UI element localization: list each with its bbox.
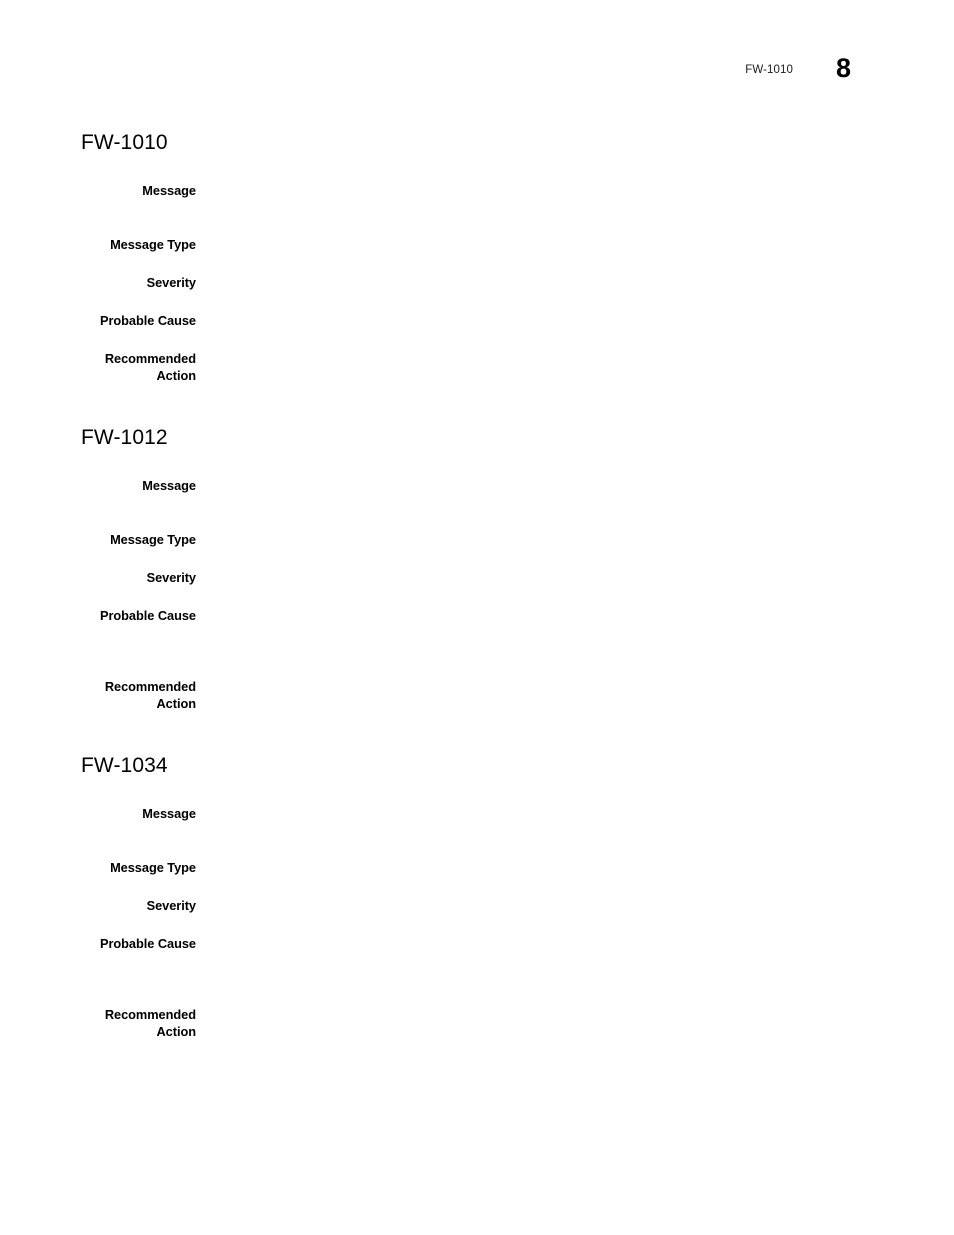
- message-section-fw-1034: FW-1034 Message Message Type Severity Pr…: [81, 753, 881, 1040]
- section-heading: FW-1034: [81, 754, 168, 777]
- field-value-recommended-action: [196, 678, 881, 695]
- field-value-message: [196, 182, 881, 199]
- field-value-severity: [196, 274, 881, 291]
- field-row-severity: Severity: [81, 897, 881, 914]
- field-value-probable-cause: [196, 935, 881, 952]
- field-value-recommended-action: [196, 350, 881, 367]
- field-row-message: Message: [81, 182, 881, 199]
- field-label-probable-cause: Probable Cause: [99, 936, 196, 951]
- field-label-severity: Severity: [146, 898, 196, 913]
- field-value-probable-cause: [196, 312, 881, 329]
- page-number: 8: [836, 53, 852, 83]
- field-label-message: Message: [142, 478, 196, 493]
- field-label-recommended-action: Recommended Action: [104, 1007, 196, 1039]
- field-row-probable-cause: Probable Cause: [81, 935, 881, 952]
- field-label-message: Message: [142, 183, 196, 198]
- field-value-message-type: [196, 859, 881, 876]
- field-row-recommended-action: Recommended Action: [81, 1006, 881, 1040]
- field-value-recommended-action: [196, 1006, 881, 1023]
- field-label-message-type: Message Type: [110, 860, 196, 875]
- field-row-message-type: Message Type: [81, 859, 881, 876]
- field-row-message: Message: [81, 805, 881, 822]
- message-section-fw-1012: FW-1012 Message Message Type Severity Pr…: [81, 425, 881, 712]
- field-value-message: [196, 477, 881, 494]
- field-value-severity: [196, 569, 881, 586]
- field-row-message-type: Message Type: [81, 236, 881, 253]
- field-label-severity: Severity: [146, 570, 196, 585]
- field-row-recommended-action: Recommended Action: [81, 678, 881, 712]
- field-label-message-type: Message Type: [110, 237, 196, 252]
- field-row-severity: Severity: [81, 274, 881, 291]
- field-row-recommended-action: Recommended Action: [81, 350, 881, 384]
- field-value-severity: [196, 897, 881, 914]
- field-row-message: Message: [81, 477, 881, 494]
- field-label-severity: Severity: [146, 275, 196, 290]
- section-heading: FW-1010: [81, 131, 168, 154]
- field-row-probable-cause: Probable Cause: [81, 607, 881, 624]
- field-row-message-type: Message Type: [81, 531, 881, 548]
- message-section-fw-1010: FW-1010 Message Message Type Severity Pr…: [81, 130, 881, 384]
- field-value-message-type: [196, 236, 881, 253]
- field-label-recommended-action: Recommended Action: [104, 351, 196, 383]
- page-content: FW-1010 Message Message Type Severity Pr…: [81, 130, 881, 1040]
- field-label-probable-cause: Probable Cause: [99, 313, 196, 328]
- header-reference: FW-1010: [745, 64, 793, 76]
- document-page: FW-1010 8 FW-1010 Message Message Type S…: [0, 0, 954, 1235]
- field-value-probable-cause: [196, 607, 881, 624]
- field-value-message-type: [196, 531, 881, 548]
- field-row-severity: Severity: [81, 569, 881, 586]
- field-label-probable-cause: Probable Cause: [99, 608, 196, 623]
- section-heading: FW-1012: [81, 426, 168, 449]
- field-label-recommended-action: Recommended Action: [104, 679, 196, 711]
- field-label-message-type: Message Type: [110, 532, 196, 547]
- field-label-message: Message: [142, 806, 196, 821]
- field-row-probable-cause: Probable Cause: [81, 312, 881, 329]
- field-value-message: [196, 805, 881, 822]
- page-header: FW-1010 8: [0, 53, 954, 98]
